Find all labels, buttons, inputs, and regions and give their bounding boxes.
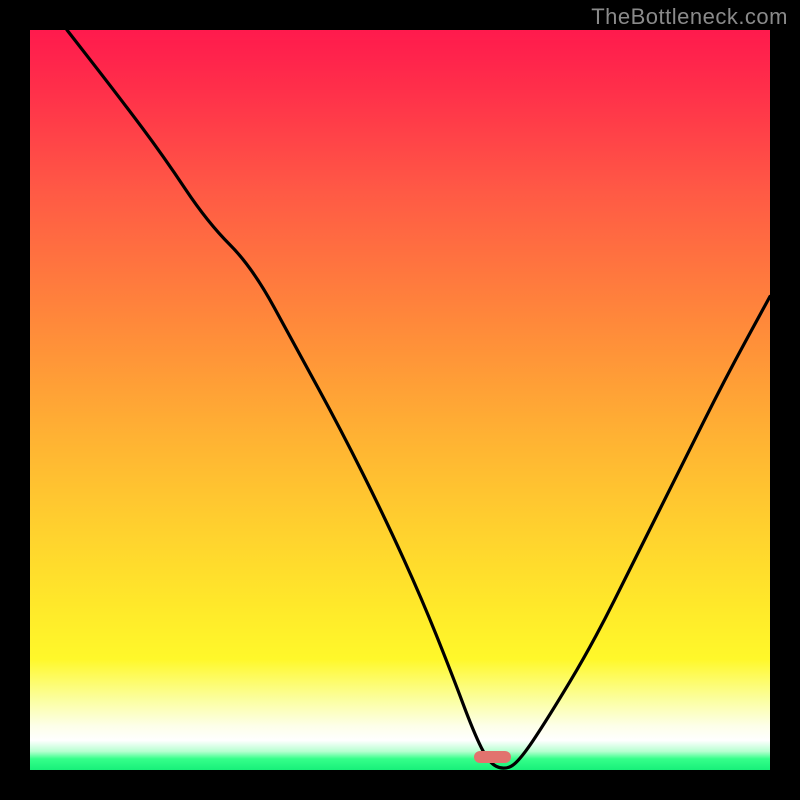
plot-area — [30, 30, 770, 770]
chart-frame: TheBottleneck.com — [0, 0, 800, 800]
minimum-marker — [474, 751, 511, 763]
bottleneck-curve — [30, 30, 770, 770]
curve-path — [67, 30, 770, 768]
watermark-text: TheBottleneck.com — [591, 4, 788, 30]
